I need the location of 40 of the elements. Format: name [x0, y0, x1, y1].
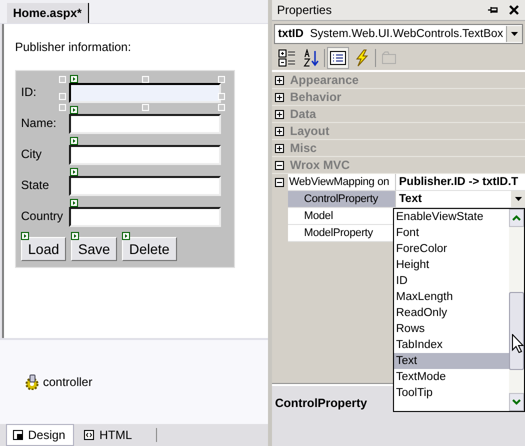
description-title: ControlProperty [275, 396, 368, 410]
category-label: Misc [290, 141, 317, 155]
component-label[interactable]: controller [43, 375, 92, 390]
list-option[interactable]: Font [394, 225, 509, 241]
list-option[interactable]: TextMode [394, 369, 509, 385]
category-label: Layout [290, 124, 330, 138]
list-option[interactable]: EnableViewState [394, 209, 509, 225]
category-label: Behavior [290, 90, 342, 104]
property-value: Text [396, 191, 525, 208]
property-name[interactable]: Model [288, 208, 396, 225]
form-button[interactable]: Save [71, 236, 118, 261]
list-option[interactable]: ForeColor [394, 241, 509, 257]
list-option[interactable]: Height [394, 257, 509, 273]
list-option[interactable]: ToolTip [394, 385, 509, 401]
field-label: Name: [21, 116, 58, 132]
view-tab[interactable]: Design [6, 424, 74, 446]
field-label: City [21, 146, 43, 163]
document-tab[interactable]: Home.aspx* [7, 2, 89, 23]
property-value: Publisher.ID -> txtID.T [396, 174, 525, 191]
list-option[interactable]: ID [394, 273, 509, 289]
object-selector[interactable]: txtID System.Web.UI.WebControls.TextBox [274, 24, 523, 44]
view-tab[interactable]: HTML [78, 425, 140, 446]
property-name: WebViewMapping on [288, 174, 396, 191]
category-label: Appearance [290, 73, 359, 87]
category-label: Data [290, 107, 316, 121]
form-heading: Publisher information: [15, 40, 132, 54]
property-name[interactable]: ControlProperty [288, 191, 396, 208]
field-label: State [21, 178, 50, 194]
property-name[interactable]: ModelProperty [288, 225, 396, 242]
panel-title: Properties [277, 3, 333, 17]
list-option[interactable]: MaxLength [394, 289, 509, 305]
list-option[interactable]: Text [394, 353, 509, 369]
form-button[interactable]: Delete [122, 236, 177, 261]
field-label: ID: [21, 84, 38, 101]
form-button[interactable]: Load [21, 236, 66, 261]
list-option[interactable]: ReadOnly [394, 305, 509, 321]
field-label: Country [21, 208, 61, 225]
list-option[interactable]: TabIndex [394, 337, 509, 353]
category-label: Wrox MVC [290, 158, 350, 172]
list-option[interactable]: Rows [394, 321, 509, 337]
